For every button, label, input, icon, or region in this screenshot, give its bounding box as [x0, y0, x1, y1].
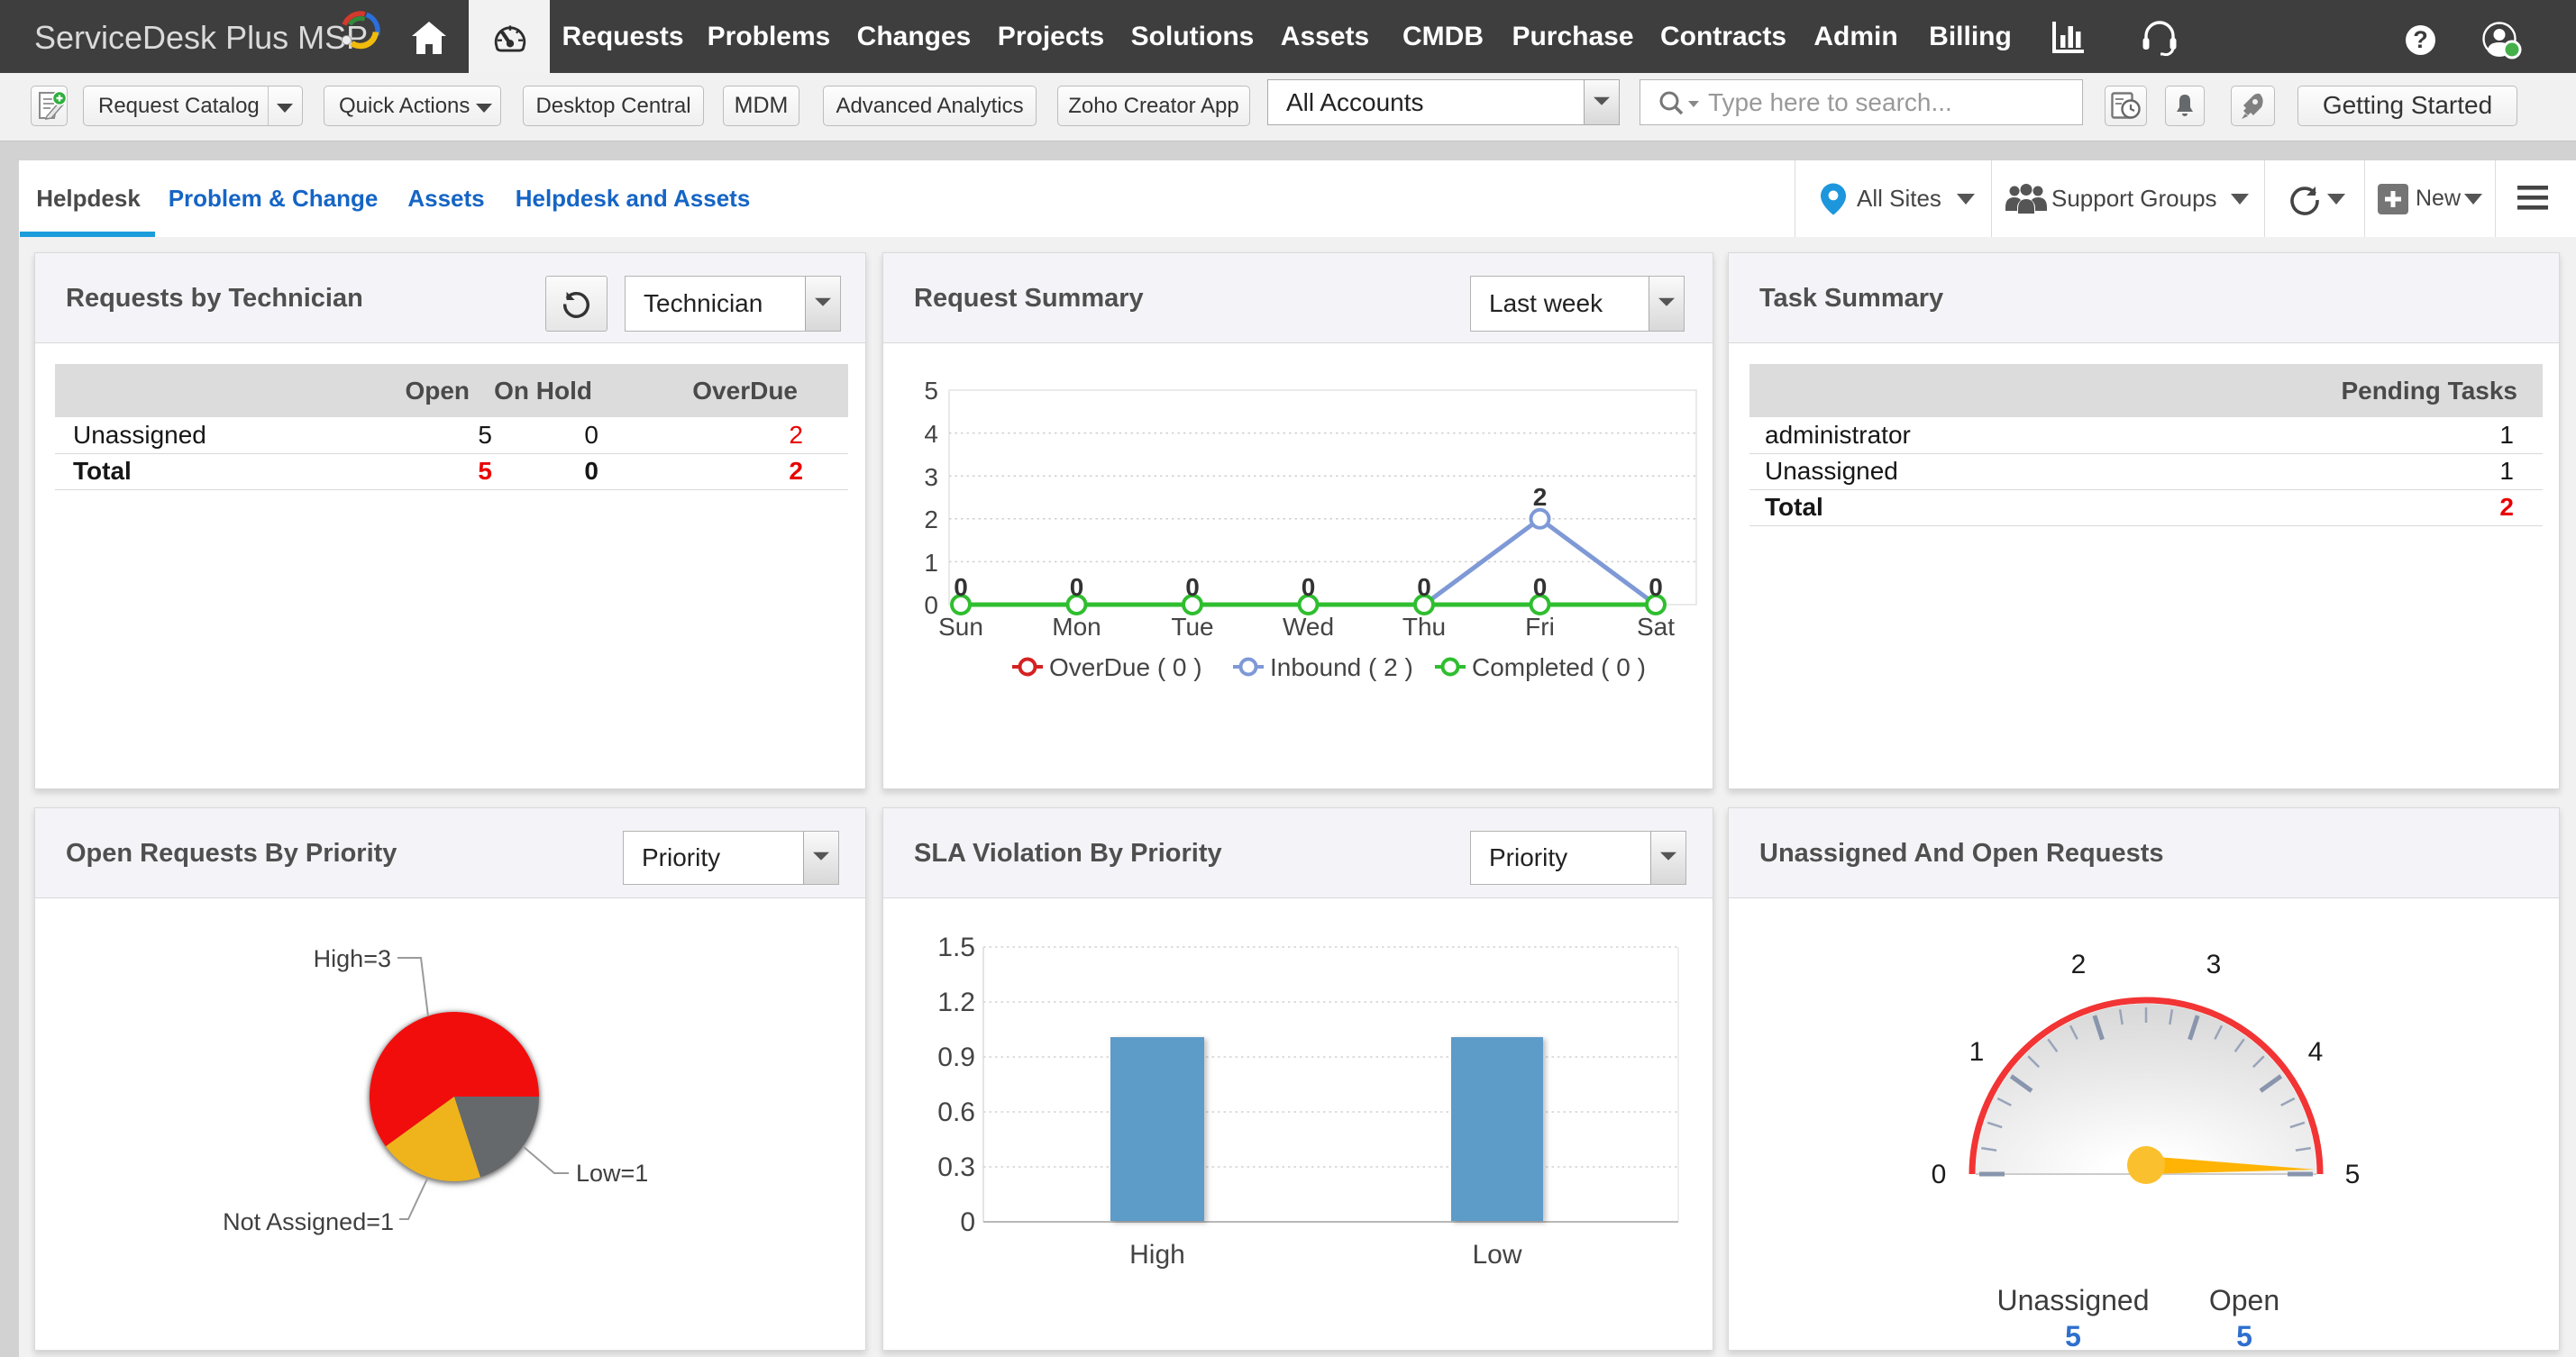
- svg-text:0: 0: [1185, 573, 1200, 601]
- svg-text:0: 0: [1302, 573, 1316, 601]
- svg-text:0.3: 0.3: [937, 1152, 975, 1182]
- svg-text:0: 0: [1417, 573, 1431, 601]
- svg-text:1: 1: [924, 549, 938, 577]
- svg-text:0: 0: [954, 573, 968, 601]
- svg-text:0: 0: [1932, 1160, 1947, 1189]
- svg-text:0.9: 0.9: [937, 1043, 975, 1072]
- svg-text:OverDue ( 0 ): OverDue ( 0 ): [1049, 653, 1202, 681]
- svg-text:Sat: Sat: [1637, 613, 1675, 641]
- svg-text:Thu: Thu: [1402, 613, 1446, 641]
- svg-text:2: 2: [924, 505, 938, 533]
- svg-text:0.6: 0.6: [937, 1097, 975, 1127]
- svg-text:5: 5: [2065, 1320, 2081, 1352]
- svg-text:3: 3: [924, 463, 938, 491]
- svg-text:4: 4: [2308, 1037, 2324, 1067]
- svg-text:1.5: 1.5: [937, 933, 975, 962]
- svg-text:0: 0: [1070, 573, 1084, 601]
- svg-text:Tue: Tue: [1171, 613, 1213, 641]
- svg-text:0: 0: [960, 1207, 975, 1237]
- svg-text:2: 2: [2071, 950, 2087, 979]
- svg-text:Open: Open: [2209, 1284, 2279, 1316]
- svg-text:5: 5: [2345, 1160, 2361, 1189]
- svg-text:0: 0: [924, 591, 938, 619]
- svg-text:Sun: Sun: [938, 613, 983, 641]
- svg-text:5: 5: [2236, 1320, 2252, 1352]
- svg-text:0: 0: [1533, 573, 1548, 601]
- svg-text:1.2: 1.2: [937, 988, 975, 1017]
- svg-text:5: 5: [924, 377, 938, 405]
- svg-text:2: 2: [1533, 483, 1548, 511]
- svg-text:3: 3: [2206, 950, 2222, 979]
- svg-text:Inbound ( 2 ): Inbound ( 2 ): [1270, 653, 1413, 681]
- svg-text:Completed ( 0 ): Completed ( 0 ): [1472, 653, 1646, 681]
- svg-text:Not Assigned=1: Not Assigned=1: [223, 1208, 394, 1235]
- svg-text:1: 1: [1969, 1037, 1985, 1067]
- svg-text:Fri: Fri: [1525, 613, 1555, 641]
- svg-text:Unassigned: Unassigned: [1997, 1284, 2150, 1316]
- svg-text:4: 4: [924, 420, 938, 448]
- svg-text:High=3: High=3: [314, 945, 391, 972]
- svg-text:Low: Low: [1472, 1240, 1521, 1270]
- svg-text:0: 0: [1649, 573, 1663, 601]
- svg-text:Wed: Wed: [1283, 613, 1334, 641]
- svg-text:High: High: [1129, 1240, 1185, 1270]
- svg-text:Low=1: Low=1: [576, 1160, 648, 1187]
- svg-text:Mon: Mon: [1052, 613, 1101, 641]
